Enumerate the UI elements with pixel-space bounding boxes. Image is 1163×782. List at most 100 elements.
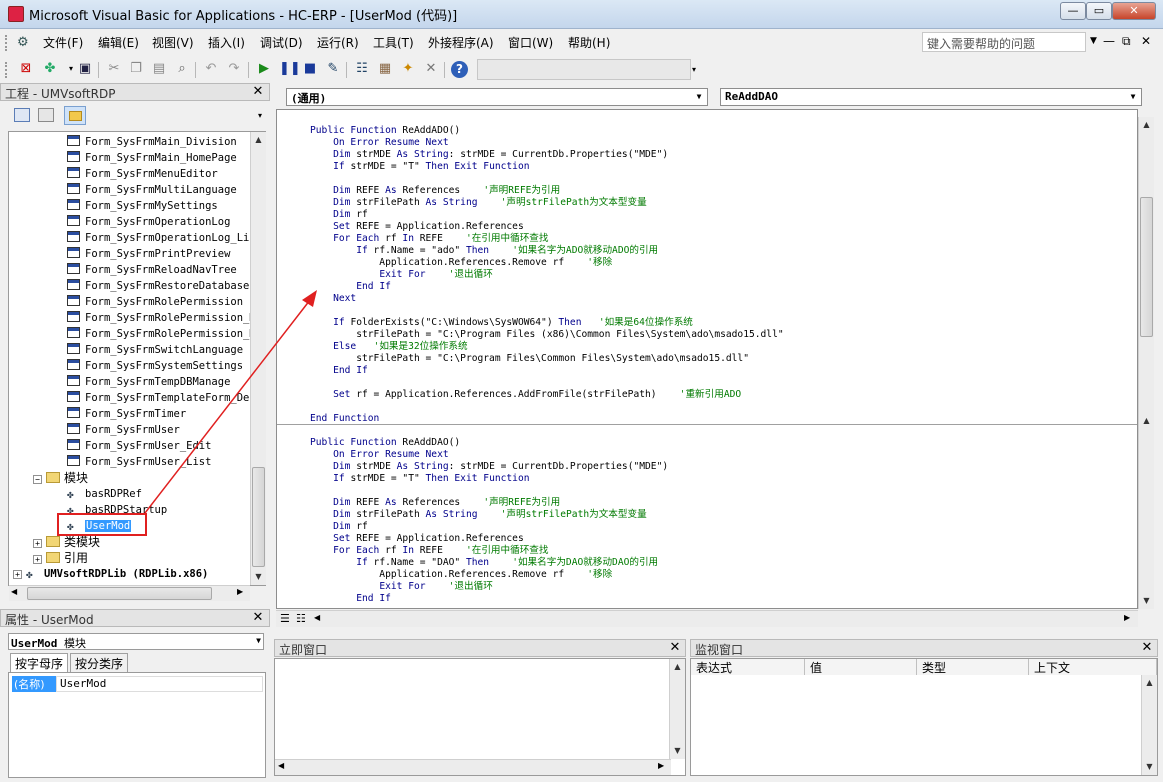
- toggle-folders-button[interactable]: [64, 106, 86, 125]
- watch-col-context[interactable]: 上下文: [1029, 659, 1157, 675]
- menu-file[interactable]: 文件(F): [43, 34, 83, 51]
- scroll-left-icon[interactable]: ◀: [11, 587, 17, 596]
- code-line[interactable]: On Error Resume Next: [310, 449, 449, 461]
- split-divider[interactable]: [277, 424, 1137, 425]
- code-line[interactable]: Public Function ReAddDAO(): [310, 437, 460, 449]
- object-browser-icon[interactable]: ✦: [400, 61, 416, 77]
- code-vscroll[interactable]: ▲ ▲ ▼: [1138, 117, 1154, 609]
- code-line[interactable]: Dim strMDE As String: strMDE = CurrentDb…: [310, 461, 668, 473]
- view-code-icon[interactable]: [14, 108, 30, 122]
- menu-addins[interactable]: 外接程序(A): [428, 34, 494, 51]
- mdi-restore-button[interactable]: ⧉: [1122, 34, 1131, 49]
- run-icon[interactable]: ▶: [256, 61, 272, 77]
- insert-module-icon[interactable]: ✤: [42, 61, 58, 77]
- paste-icon[interactable]: ▤: [151, 61, 167, 77]
- menu-view[interactable]: 视图(V): [152, 34, 194, 51]
- undo-icon[interactable]: ↶: [203, 61, 219, 77]
- minimize-button[interactable]: —: [1060, 2, 1086, 20]
- code-line[interactable]: Set REFE = Application.References: [310, 221, 524, 233]
- redo-icon[interactable]: ↷: [226, 61, 242, 77]
- tree-item-form[interactable]: Form_SysFrmMenuEditor: [67, 166, 218, 182]
- code-line[interactable]: Set REFE = Application.References: [310, 533, 524, 545]
- code-line[interactable]: Dim strMDE As String: strMDE = CurrentDb…: [310, 149, 668, 161]
- code-scroll-left-icon[interactable]: ◀: [314, 613, 320, 622]
- project-toolbar-options-icon[interactable]: ▾: [258, 107, 266, 125]
- expand-icon[interactable]: +: [33, 539, 42, 548]
- procedure-combo-dropdown-icon[interactable]: ▼: [1126, 90, 1140, 104]
- object-combo-dropdown-icon[interactable]: ▼: [692, 90, 706, 104]
- immediate-hscroll[interactable]: ◀ ▶: [275, 759, 671, 775]
- code-line[interactable]: Application.References.Remove rf '移除: [310, 569, 612, 581]
- scroll-down-icon[interactable]: ▼: [251, 569, 266, 585]
- vba-doc-icon[interactable]: ⚙: [17, 35, 35, 51]
- code-line[interactable]: For Each rf In REFE '在引用中循环查找: [310, 545, 548, 557]
- imm-scroll-right-icon[interactable]: ▶: [658, 761, 664, 770]
- menubar-grip[interactable]: [5, 35, 9, 51]
- code-line[interactable]: Dim rf: [310, 521, 368, 533]
- code-line[interactable]: Set rf = Application.References.AddFromF…: [310, 389, 741, 401]
- code-scroll-down-icon[interactable]: ▼: [1139, 593, 1154, 609]
- properties-combo-dropdown-icon[interactable]: ▼: [256, 636, 261, 645]
- procedure-view-icon[interactable]: ☰: [280, 612, 290, 625]
- code-line[interactable]: Dim strFilePath As String '声明strFilePath…: [310, 197, 647, 209]
- watch-scroll-up-icon[interactable]: ▲: [1142, 675, 1157, 691]
- code-line[interactable]: If rf.Name = "ado" Then '如果名字为ADO就移动ADO的…: [310, 245, 658, 257]
- tree-item-form[interactable]: Form_SysFrmMain_Division: [67, 134, 237, 150]
- tree-item-form[interactable]: Form_SysFrmOperationLog: [67, 214, 230, 230]
- watch-window[interactable]: 表达式 值 类型 上下文 ▲ ▼: [690, 658, 1158, 776]
- design-mode-icon[interactable]: ✎: [325, 61, 341, 77]
- reset-icon[interactable]: ■: [302, 61, 318, 77]
- code-line[interactable]: Exit For '退出循环: [310, 581, 492, 593]
- watch-vscroll[interactable]: ▲ ▼: [1141, 675, 1157, 775]
- code-line[interactable]: If FolderExists("C:\Windows\SysWOW64") T…: [310, 317, 693, 329]
- tree-item-form[interactable]: Form_SysFrmMySettings: [67, 198, 218, 214]
- help-dropdown-icon[interactable]: ▼: [1090, 36, 1097, 46]
- procedure-combo[interactable]: ReAddDAO ▼: [720, 88, 1142, 106]
- menu-insert[interactable]: 插入(I): [208, 34, 245, 51]
- project-close-icon[interactable]: ✕: [251, 85, 265, 99]
- code-line[interactable]: Dim strFilePath As String '声明strFilePath…: [310, 509, 647, 521]
- menu-help[interactable]: 帮助(H): [568, 34, 610, 51]
- expand-icon[interactable]: +: [33, 555, 42, 564]
- view-object-icon[interactable]: [38, 108, 54, 122]
- code-line[interactable]: For Each rf In REFE '在引用中循环查找: [310, 233, 548, 245]
- imm-scroll-down-icon[interactable]: ▼: [670, 743, 685, 759]
- scroll-up-icon[interactable]: ▲: [251, 132, 266, 148]
- code-line[interactable]: If rf.Name = "DAO" Then '如果名字为DAO就移动DAO的…: [310, 557, 658, 569]
- code-line[interactable]: Dim rf: [310, 209, 368, 221]
- code-line[interactable]: Else '如果是32位操作系统: [310, 341, 468, 353]
- code-pane2-scroll-up-icon[interactable]: ▲: [1139, 413, 1154, 429]
- immediate-close-icon[interactable]: ✕: [668, 641, 682, 655]
- code-line[interactable]: Exit For '退出循环: [310, 269, 492, 281]
- tab-alphabetic[interactable]: 按字母序: [10, 653, 69, 673]
- mdi-close-button[interactable]: ✕: [1141, 34, 1151, 48]
- view-access-icon[interactable]: ⊠: [18, 61, 34, 77]
- code-line[interactable]: Public Function ReAddADO(): [310, 125, 460, 137]
- code-line[interactable]: On Error Resume Next: [310, 137, 449, 149]
- tree-folder-class-modules[interactable]: + 类模块: [33, 534, 100, 550]
- code-editor[interactable]: Public Function ReAddADO() On Error Resu…: [276, 109, 1138, 609]
- tree-item-form[interactable]: Form_SysFrmMain_HomePage: [67, 150, 237, 166]
- find-icon[interactable]: ⌕: [174, 61, 190, 77]
- watch-col-type[interactable]: 类型: [917, 659, 1029, 675]
- code-line[interactable]: Dim REFE As References '声明REFE为引用: [310, 497, 560, 509]
- immediate-vscroll[interactable]: ▲ ▼: [669, 659, 685, 759]
- object-combo[interactable]: (通用) ▼: [286, 88, 708, 106]
- property-value-cell[interactable]: UserMod: [56, 676, 263, 692]
- copy-icon[interactable]: ❐: [128, 61, 144, 77]
- tree-item-form[interactable]: Form_SysFrmOperationLog_Lis: [67, 230, 256, 246]
- maximize-button[interactable]: ▭: [1086, 2, 1112, 20]
- tree-item-form[interactable]: Form_SysFrmMultiLanguage: [67, 182, 237, 198]
- code-scroll-right-icon[interactable]: ▶: [1124, 613, 1130, 622]
- collapse-icon[interactable]: −: [33, 475, 42, 484]
- code-hscroll[interactable]: ☰ ☷ ◀ ▶: [276, 610, 1138, 627]
- tree-folder-references[interactable]: + 引用: [33, 550, 88, 566]
- toolbox-icon[interactable]: ✕: [423, 61, 439, 77]
- cut-icon[interactable]: ✂: [106, 61, 122, 77]
- watch-col-value[interactable]: 值: [805, 659, 917, 675]
- expand-icon[interactable]: +: [13, 570, 22, 579]
- properties-object-combo[interactable]: UserMod 模块 ▼: [8, 633, 264, 650]
- code-scroll-thumb[interactable]: [1140, 197, 1153, 337]
- toolbar-grip[interactable]: [5, 62, 9, 78]
- code-line[interactable]: Application.References.Remove rf '移除: [310, 257, 612, 269]
